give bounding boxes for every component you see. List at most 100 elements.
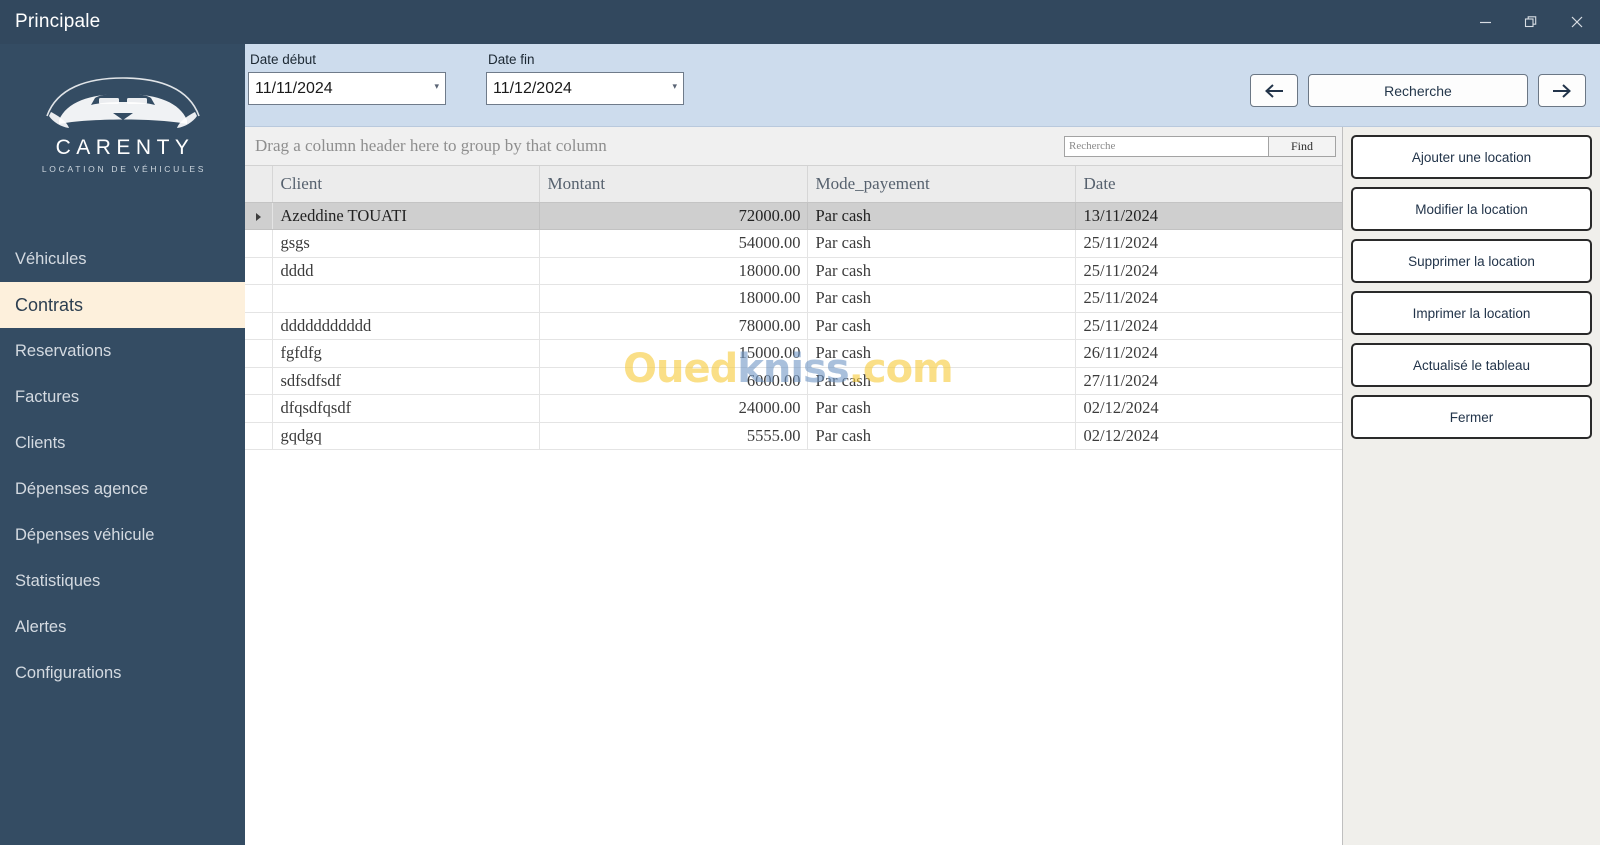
table-row[interactable]: fgfdfg 15000.00 Par cash 26/11/2024 [245,339,1342,368]
cell-date: 25/11/2024 [1075,284,1342,313]
find-button[interactable]: Find [1269,135,1336,157]
cell-montant: 54000.00 [539,229,808,258]
modifier-la-location-button[interactable]: Modifier la location [1351,187,1592,231]
sidebar-item-factures[interactable]: Factures [0,374,245,420]
sidebar-item-configurations[interactable]: Configurations [0,650,245,696]
brand-name: CARENTY [55,136,195,159]
table-row[interactable]: dddd 18000.00 Par cash 25/11/2024 [245,257,1342,285]
table-row[interactable]: dfqsdfqsdf 24000.00 Par cash 02/12/2024 [245,394,1342,423]
row-indicator-cell [245,339,273,368]
sidebar-item-v-hicules[interactable]: Véhicules [0,236,245,282]
date-debut-label: Date début [250,52,317,67]
sidebar-item-d-penses-agence[interactable]: Dépenses agence [0,466,245,512]
arrow-left-icon [1265,83,1283,98]
date-fin-group: Date fin 11/12/2024 ▾ [486,52,684,105]
row-indicator-cell [245,202,273,230]
chevron-down-icon: ▾ [434,80,439,91]
row-indicator-cell [245,284,273,313]
cell-montant: 24000.00 [539,394,808,423]
imprimer-la-location-button[interactable]: Imprimer la location [1351,291,1592,335]
sidebar-item-statistiques[interactable]: Statistiques [0,558,245,604]
cell-client: gqdgq [272,422,540,450]
sidebar-item-clients[interactable]: Clients [0,420,245,466]
cell-montant: 15000.00 [539,339,808,368]
sidebar-item-label: Véhicules [15,249,87,268]
chevron-down-icon: ▾ [672,80,677,91]
action-panel: Ajouter une location Modifier la location… [1343,127,1600,845]
cell-date: 25/11/2024 [1075,312,1342,340]
date-debut-value: 11/11/2024 [255,79,333,97]
cell-montant: 72000.00 [539,202,808,230]
cell-date: 26/11/2024 [1075,339,1342,368]
group-by-panel[interactable]: Drag a column header here to group by th… [245,127,1342,166]
cell-date: 02/12/2024 [1075,394,1342,423]
main-content: Date début 11/11/2024 ▾ Date fin 11/12/2… [245,44,1600,845]
cell-date: 25/11/2024 [1075,229,1342,258]
actualis-le-tableau-button[interactable]: Actualisé le tableau [1351,343,1592,387]
supprimer-la-location-button[interactable]: Supprimer la location [1351,239,1592,283]
cell-client [272,284,540,313]
row-indicator-header [245,166,273,203]
minimize-button[interactable] [1462,0,1508,44]
sidebar-item-label: Dépenses agence [15,479,149,498]
car-logo-icon [45,77,200,128]
cell-client: Azeddine TOUATI [272,202,540,230]
cell-mode-payement: Par cash [807,257,1076,285]
cell-client: dddd [272,257,540,285]
next-button[interactable] [1538,74,1586,107]
grid-search-input[interactable]: Recherche [1064,135,1269,157]
cell-date: 02/12/2024 [1075,422,1342,450]
close-button[interactable] [1554,0,1600,44]
column-header-date[interactable]: Date [1075,166,1342,203]
previous-button[interactable] [1250,74,1298,107]
cell-date: 27/11/2024 [1075,367,1342,395]
cell-montant: 18000.00 [539,257,808,285]
cell-montant: 6000.00 [539,367,808,395]
sidebar-item-alertes[interactable]: Alertes [0,604,245,650]
cell-montant: 18000.00 [539,284,808,313]
window-controls [1462,0,1600,44]
row-indicator-cell [245,394,273,423]
sidebar-nav: Véhicules Contrats Reservations Factures Cli… [0,236,245,696]
table-row[interactable]: sdfsdfsdf 6000.00 Par cash 27/11/2024 [245,367,1342,395]
table-row[interactable]: Azeddine TOUATI 72000.00 Par cash 13/11/202… [245,202,1342,230]
cell-client: dfqsdfqsdf [272,394,540,423]
sidebar-item-label: Alertes [15,617,67,636]
column-header-client[interactable]: Client [272,166,540,203]
grid-search-group: Recherche Find [1064,135,1336,157]
column-header-mode-payement[interactable]: Mode_payement [807,166,1076,203]
table-row[interactable]: ddddddddddd 78000.00 Par cash 25/11/2024 [245,312,1342,340]
restore-button[interactable] [1508,0,1554,44]
sidebar-item-contrats[interactable]: Contrats [0,282,245,328]
cell-client: ddddddddddd [272,312,540,340]
cell-mode-payement: Par cash [807,202,1076,230]
table-row[interactable]: gsgs 54000.00 Par cash 25/11/2024 [245,229,1342,258]
cell-mode-payement: Par cash [807,284,1076,313]
recherche-button[interactable]: Recherche [1308,74,1528,107]
cell-montant: 5555.00 [539,422,808,450]
close-icon [1571,16,1583,28]
group-by-hint: Drag a column header here to group by th… [255,136,607,155]
restore-icon [1524,16,1537,28]
arrow-right-icon [1553,83,1571,98]
ajouter-une-location-button[interactable]: Ajouter une location [1351,135,1592,179]
sidebar-item-label: Dépenses véhicule [15,525,155,544]
table-header-row: Client Montant Mode_payement Date [245,166,1342,203]
cell-mode-payement: Par cash [807,422,1076,450]
table-row[interactable]: 18000.00 Par cash 25/11/2024 [245,284,1342,313]
date-debut-picker[interactable]: 11/11/2024 ▾ [248,72,446,105]
contracts-table: Client Montant Mode_payement Date Azeddi… [245,166,1342,450]
column-header-montant[interactable]: Montant [539,166,808,203]
sidebar-item-d-penses-v-hicule[interactable]: Dépenses véhicule [0,512,245,558]
sidebar-item-reservations[interactable]: Reservations [0,328,245,374]
table-wrapper: Client Montant Mode_payement Date Azeddi… [245,166,1342,845]
table-row[interactable]: gqdgq 5555.00 Par cash 02/12/2024 [245,422,1342,450]
sidebar-item-label: Clients [15,433,66,452]
date-fin-picker[interactable]: 11/12/2024 ▾ [486,72,684,105]
fermer-button[interactable]: Fermer [1351,395,1592,439]
sidebar-item-label: Reservations [15,341,112,360]
cell-client: fgfdfg [272,339,540,368]
body-row: CARENTY LOCATION DE VÉHICULES Véhicules C… [0,44,1600,845]
cell-mode-payement: Par cash [807,367,1076,395]
table-body: Azeddine TOUATI 72000.00 Par cash 13/11/202… [245,202,1342,450]
